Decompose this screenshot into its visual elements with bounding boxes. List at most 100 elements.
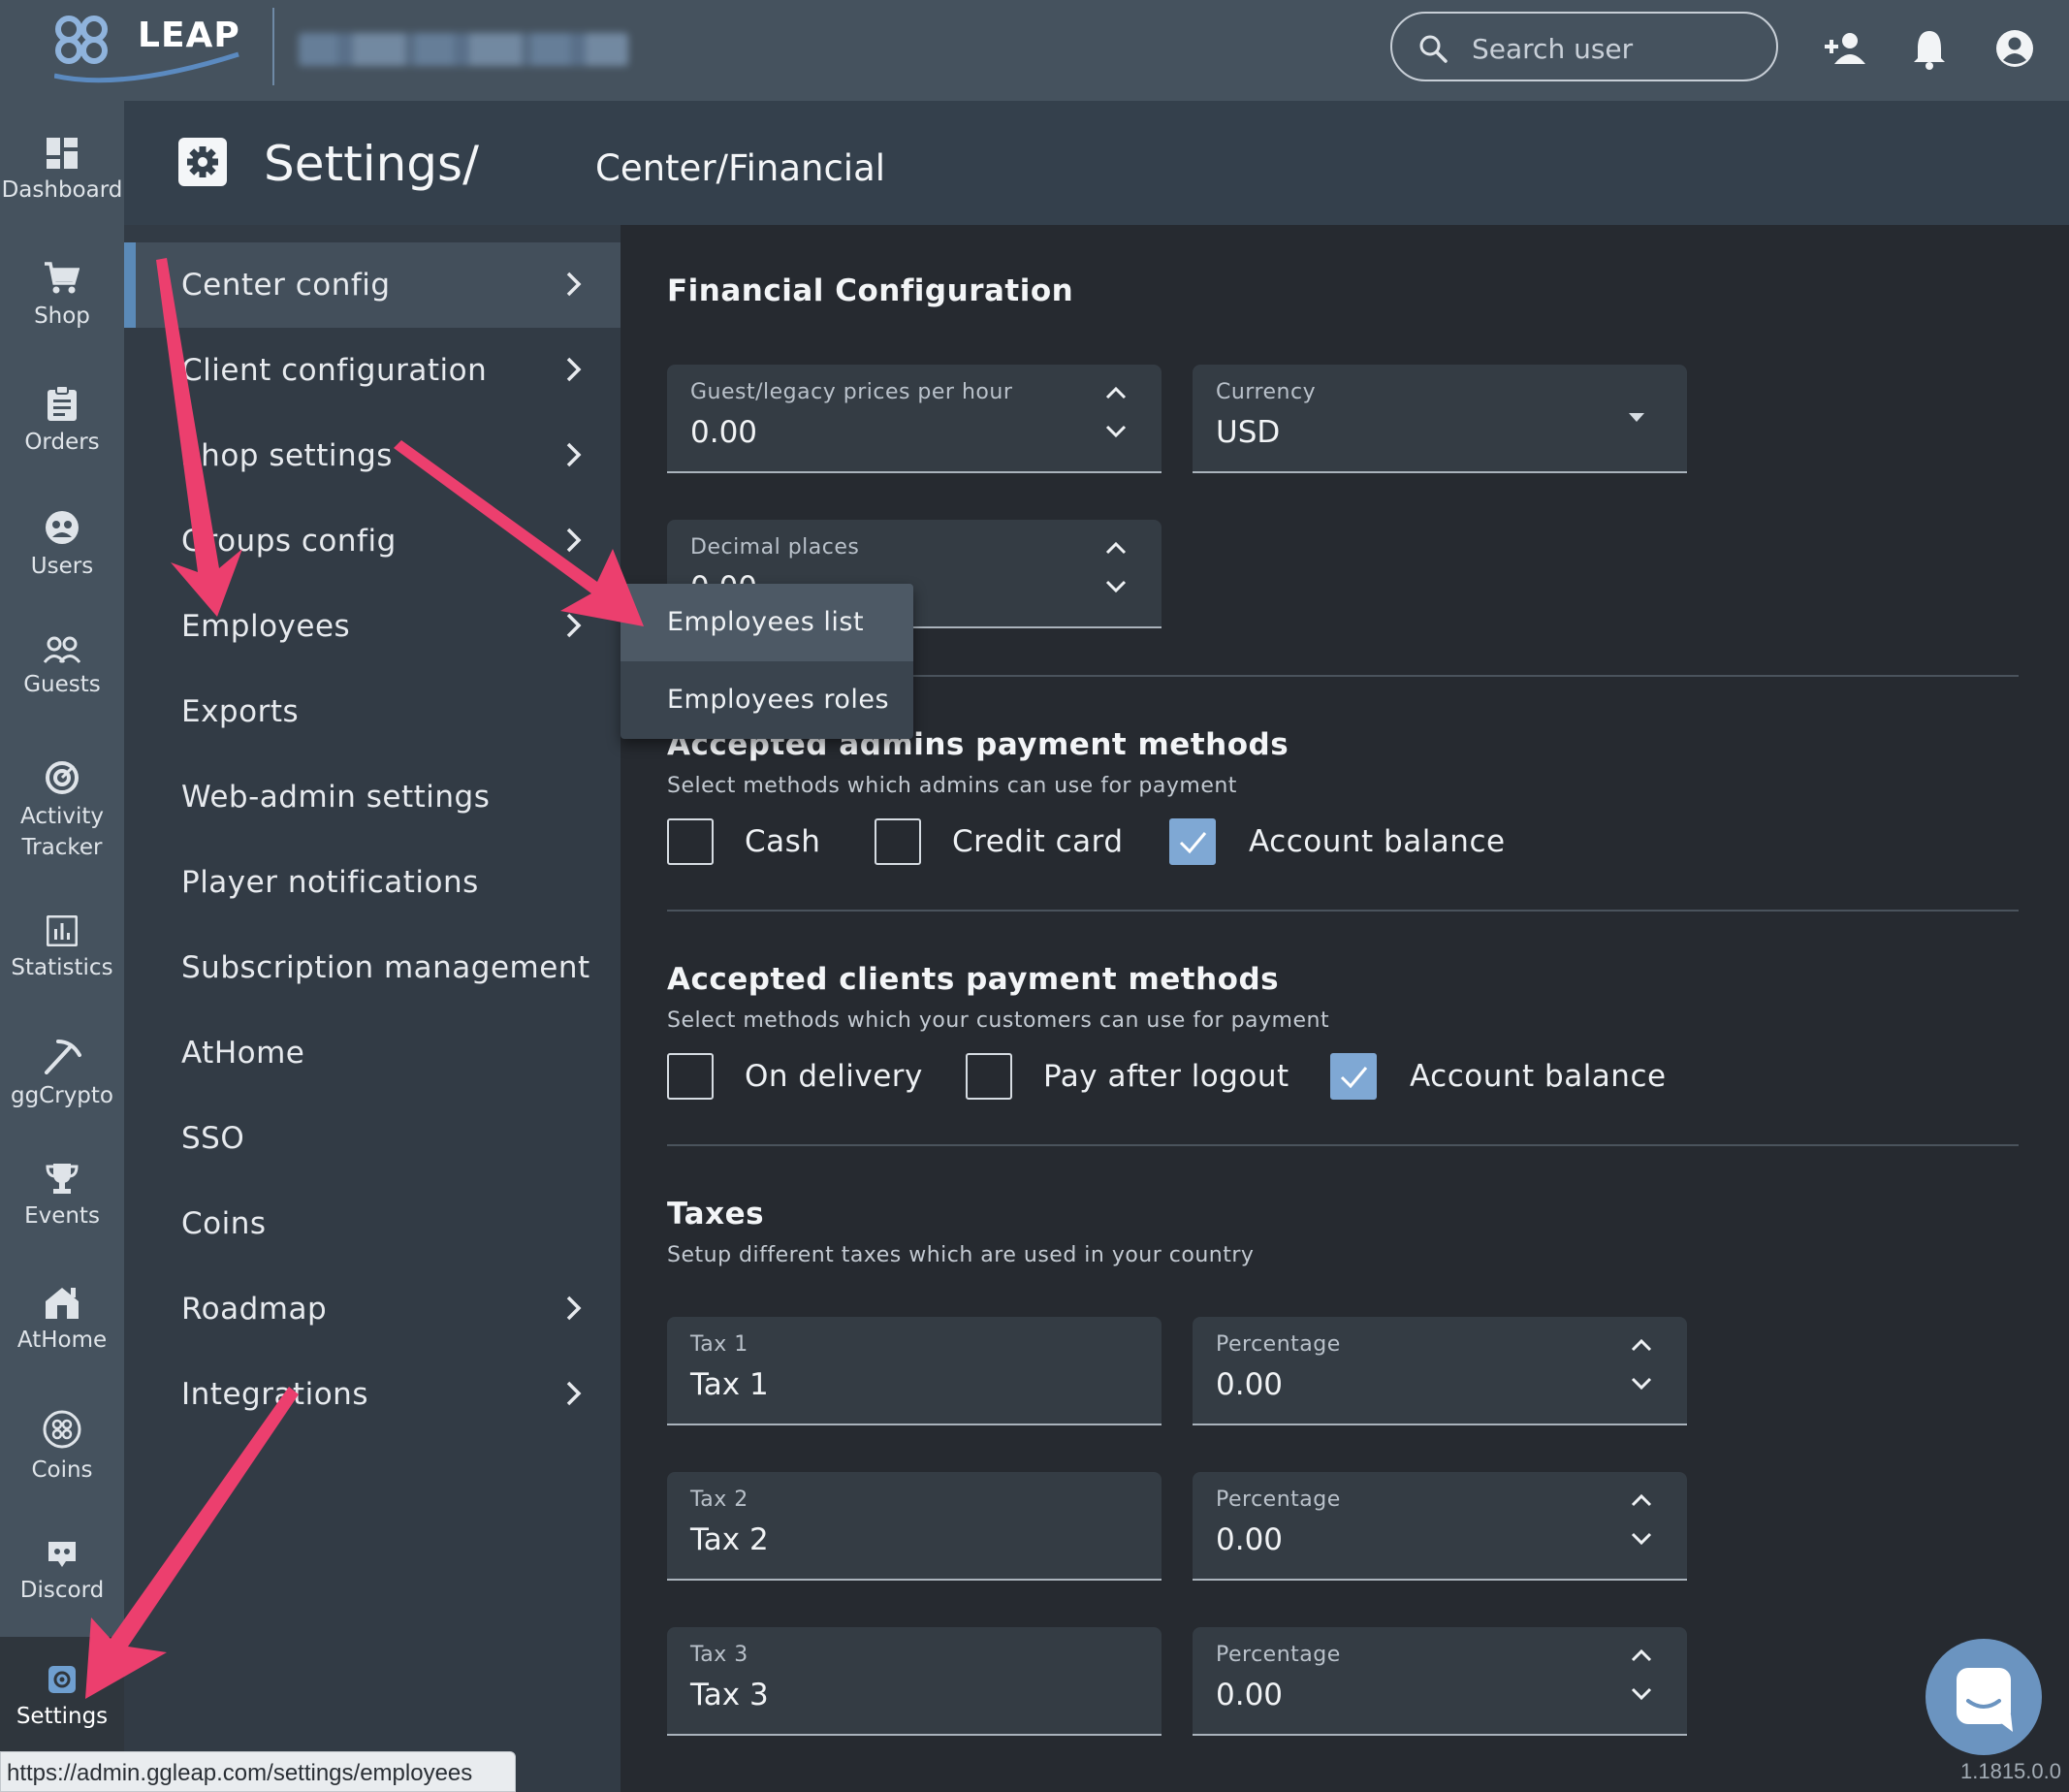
chevron-up-icon[interactable] [1105, 541, 1127, 555]
menu-center-config[interactable]: Center config [124, 242, 621, 328]
cash-checkbox[interactable] [667, 818, 714, 865]
search-placeholder: Search user [1472, 33, 1634, 65]
nav-label: Coins [31, 1457, 93, 1483]
submenu-label: Employees roles [667, 685, 890, 715]
chat-launcher-button[interactable] [1926, 1639, 2042, 1755]
tax-1-name-field[interactable]: Tax 1 Tax 1 [667, 1317, 1162, 1425]
menu-integrations[interactable]: Integrations [124, 1352, 621, 1437]
top-bar: LEAP Search user [0, 0, 2069, 101]
menu-sso[interactable]: SSO [124, 1096, 621, 1181]
nav-statistics[interactable]: Statistics [0, 915, 124, 983]
checkbox-label: Credit card [952, 824, 1124, 859]
menu-label: AtHome [181, 1036, 305, 1071]
nav-events[interactable]: Events [0, 1162, 124, 1232]
checkbox-label: Account balance [1249, 824, 1506, 859]
menu-label: SSO [181, 1121, 245, 1156]
menu-label: Groups config [181, 524, 397, 559]
submenu-employees-roles[interactable]: Employees roles [621, 661, 913, 739]
bell-icon[interactable] [1912, 27, 1947, 70]
tax-2-percentage-field[interactable]: Percentage 0.00 [1193, 1472, 1687, 1581]
version-label: 1.1815.0.0 [1960, 1759, 2061, 1783]
menu-client-configuration[interactable]: Client configuration [124, 328, 621, 413]
clients-payment-title: Accepted clients payment methods [667, 962, 1280, 997]
nav-users[interactable]: Users [0, 510, 124, 582]
field-value: USD [1216, 415, 1281, 450]
chevron-right-icon [566, 357, 582, 382]
credit-card-checkbox[interactable] [875, 818, 921, 865]
menu-shop-settings[interactable]: Shop settings [124, 413, 621, 498]
nav-guests[interactable]: Guests [0, 636, 124, 700]
checkbox-label: Cash [745, 824, 821, 859]
nav-athome[interactable]: AtHome [0, 1286, 124, 1356]
chevron-down-icon[interactable] [1631, 1377, 1652, 1391]
chevron-up-icon[interactable] [1105, 386, 1127, 400]
nav-label: Users [30, 554, 94, 579]
nav-shop[interactable]: Shop [0, 262, 124, 332]
chevron-down-icon[interactable] [1631, 1532, 1652, 1546]
breadcrumb-root[interactable]: Settings/ [264, 136, 479, 192]
chevron-down-icon[interactable] [1631, 1687, 1652, 1701]
chevron-up-icon[interactable] [1631, 1648, 1652, 1662]
field-label: Tax 1 [690, 1332, 748, 1357]
tax-1-percentage-field[interactable]: Percentage 0.00 [1193, 1317, 1687, 1425]
nav-label: Dashboard [1, 177, 123, 203]
clipboard-icon [48, 386, 77, 421]
nav-orders[interactable]: Orders [0, 386, 124, 458]
menu-player-notifications[interactable]: Player notifications [124, 840, 621, 925]
currency-select[interactable]: Currency USD [1193, 365, 1687, 473]
status-bar-url: https://admin.ggleap.com/settings/employ… [0, 1751, 516, 1792]
discord-icon [48, 1542, 76, 1567]
nav-label: Events [24, 1203, 100, 1229]
checkbox-label: Account balance [1410, 1059, 1667, 1094]
menu-employees[interactable]: Employees [124, 584, 621, 669]
field-label: Tax 3 [690, 1643, 748, 1667]
chevron-up-icon[interactable] [1631, 1493, 1652, 1507]
nav-label: Shop [34, 304, 90, 329]
menu-athome[interactable]: AtHome [124, 1010, 621, 1096]
menu-groups-config[interactable]: Groups config [124, 498, 621, 584]
nav-label: ggCrypto [10, 1083, 113, 1108]
menu-roadmap[interactable]: Roadmap [124, 1266, 621, 1352]
menu-coins[interactable]: Coins [124, 1181, 621, 1266]
menu-subscription-management[interactable]: Subscription management [124, 925, 621, 1010]
gear-icon [48, 1666, 76, 1693]
menu-exports[interactable]: Exports [124, 669, 621, 754]
admins-payment-desc: Select methods which admins can use for … [667, 774, 1237, 798]
chevron-up-icon[interactable] [1631, 1338, 1652, 1352]
tax-2-name-field[interactable]: Tax 2 Tax 2 [667, 1472, 1162, 1581]
statistics-icon [47, 915, 78, 946]
pay-after-logout-checkbox[interactable] [966, 1053, 1012, 1100]
client-account-balance-checkbox[interactable] [1330, 1053, 1377, 1100]
chevron-down-icon[interactable] [1105, 425, 1127, 438]
nav-label: Activity Tracker [19, 804, 104, 860]
field-value: Tax 2 [690, 1522, 769, 1557]
tax-3-name-field[interactable]: Tax 3 Tax 3 [667, 1627, 1162, 1736]
field-label: Percentage [1216, 1643, 1341, 1667]
section-divider [667, 910, 2019, 912]
field-label: Tax 2 [690, 1488, 748, 1512]
nav-ggcrypto[interactable]: ggCrypto [0, 1038, 124, 1111]
settings-menu: Center config Client configuration Shop … [124, 225, 621, 1792]
menu-label: Web-admin settings [181, 780, 491, 815]
chevron-down-icon[interactable] [1105, 580, 1127, 593]
financial-config-title: Financial Configuration [667, 273, 1074, 308]
account-icon[interactable] [1993, 27, 2036, 70]
search-user-input[interactable]: Search user [1390, 12, 1778, 81]
menu-label: Employees [181, 609, 351, 644]
admin-account-balance-checkbox[interactable] [1169, 818, 1216, 865]
submenu-label: Employees list [667, 607, 865, 637]
nav-discord[interactable]: Discord [0, 1540, 124, 1606]
nav-settings[interactable]: Settings [0, 1637, 124, 1751]
taxes-desc: Setup different taxes which are used in … [667, 1243, 1255, 1267]
tax-3-percentage-field[interactable]: Percentage 0.00 [1193, 1627, 1687, 1736]
nav-activity-tracker[interactable]: Activity Tracker [0, 760, 124, 863]
submenu-employees-list[interactable]: Employees list [621, 584, 913, 661]
on-delivery-checkbox[interactable] [667, 1053, 714, 1100]
nav-dashboard[interactable]: Dashboard [0, 138, 124, 206]
field-label: Decimal places [690, 535, 860, 560]
nav-label: Guests [23, 672, 101, 697]
menu-web-admin-settings[interactable]: Web-admin settings [124, 754, 621, 840]
add-user-icon[interactable] [1823, 27, 1865, 70]
nav-coins[interactable]: Coins [0, 1410, 124, 1486]
guest-prices-field[interactable]: Guest/legacy prices per hour 0.00 [667, 365, 1162, 473]
